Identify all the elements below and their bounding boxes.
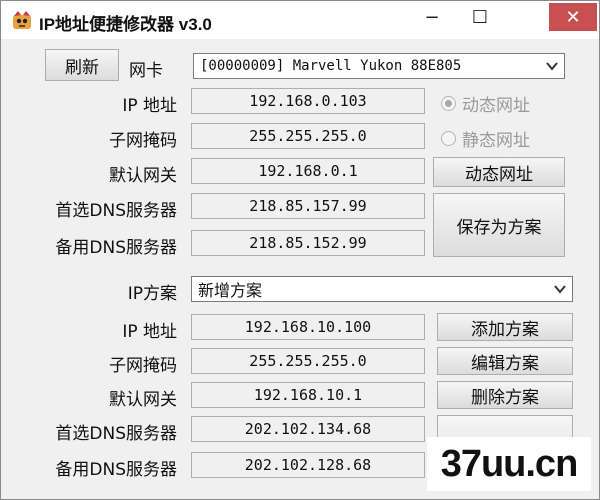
chevron-down-icon: [554, 285, 566, 294]
scheme-label: IP方案: [127, 284, 177, 304]
maximize-button[interactable]: ☐: [457, 3, 503, 31]
scheme-mask-field[interactable]: 255.255.255.0: [191, 348, 425, 374]
app-icon: [13, 11, 31, 29]
maximize-icon: ☐: [471, 6, 489, 28]
scheme-gateway-label: 默认网关: [109, 390, 177, 410]
scheme-dns2-label: 备用DNS服务器: [55, 460, 177, 480]
nic-select[interactable]: [00000009] Marvell Yukon 88E805: [193, 53, 565, 79]
scheme-select[interactable]: 新增方案: [191, 276, 573, 302]
scheme-ip-field[interactable]: 192.168.10.100: [191, 314, 425, 340]
window-title: IP地址便捷修改器 v3.0: [39, 15, 212, 34]
current-dns1-label: 首选DNS服务器: [55, 201, 177, 221]
radio-dot-checked-icon: [441, 96, 456, 111]
radio-static[interactable]: 静态网址: [441, 126, 530, 151]
current-dns2-label: 备用DNS服务器: [55, 238, 177, 258]
close-icon: ✕: [565, 6, 581, 28]
watermark-text: 37uu.cn: [440, 442, 579, 485]
current-ip-field[interactable]: 192.168.0.103: [191, 88, 425, 114]
current-mask-field[interactable]: 255.255.255.0: [191, 123, 425, 149]
scheme-ip-label: IP 地址: [122, 322, 177, 342]
nic-selected: [00000009] Marvell Yukon 88E805: [200, 58, 462, 74]
radio-static-label: 静态网址: [462, 131, 530, 151]
minimize-button[interactable]: −: [409, 3, 455, 31]
radio-dynamic-label: 动态网址: [462, 96, 530, 116]
scheme-selected: 新增方案: [198, 281, 263, 300]
scheme-mask-label: 子网掩码: [109, 356, 177, 376]
radio-dynamic[interactable]: 动态网址: [441, 91, 530, 116]
delete-scheme-button[interactable]: 删除方案: [437, 381, 573, 409]
current-mask-label: 子网掩码: [109, 131, 177, 151]
current-gateway-label: 默认网关: [109, 166, 177, 186]
title-bar[interactable]: IP地址便捷修改器 v3.0 − ☐ ✕: [1, 1, 599, 39]
edit-scheme-button[interactable]: 编辑方案: [437, 347, 573, 375]
radio-dot-unchecked-icon: [441, 131, 456, 146]
refresh-button[interactable]: 刷新: [45, 49, 119, 81]
current-dns2-field[interactable]: 218.85.152.99: [191, 230, 425, 256]
scheme-gateway-field[interactable]: 192.168.10.1: [191, 382, 425, 408]
close-button[interactable]: ✕: [549, 3, 597, 31]
scheme-dns1-label: 首选DNS服务器: [55, 424, 177, 444]
dynamic-address-button[interactable]: 动态网址: [433, 157, 565, 187]
current-gateway-field[interactable]: 192.168.0.1: [191, 158, 425, 184]
chevron-down-icon: [546, 62, 558, 71]
scheme-dns1-field[interactable]: 202.102.134.68: [191, 416, 425, 442]
scheme-dns2-field[interactable]: 202.102.128.68: [191, 452, 425, 478]
nic-label: 网卡: [129, 61, 163, 81]
current-ip-label: IP 地址: [122, 96, 177, 116]
save-scheme-button[interactable]: 保存为方案: [433, 193, 565, 257]
app-window: IP地址便捷修改器 v3.0 − ☐ ✕ 刷新 网卡 [00000009] Ma…: [0, 0, 600, 500]
site-watermark: 37uu.cn: [427, 437, 591, 491]
minimize-icon: −: [424, 6, 440, 28]
current-dns1-field[interactable]: 218.85.157.99: [191, 193, 425, 219]
add-scheme-button[interactable]: 添加方案: [437, 313, 573, 341]
